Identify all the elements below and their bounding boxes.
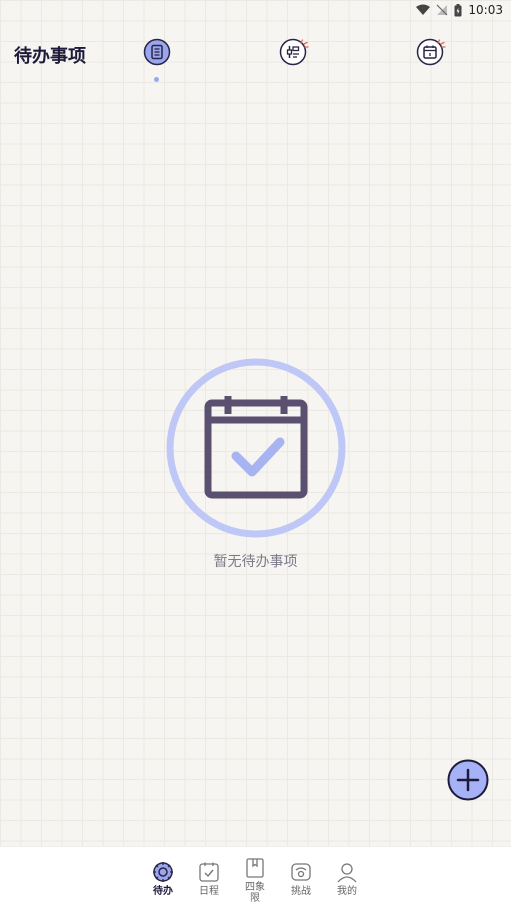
quadrant-icon xyxy=(246,858,264,878)
tab-priority[interactable] xyxy=(279,38,309,66)
nav-label-challenge: 挑战 xyxy=(291,886,311,897)
list-icon xyxy=(143,38,171,66)
empty-state-message: 暂无待办事项 xyxy=(213,554,298,570)
nav-item-quadrant[interactable]: 四象限 xyxy=(235,857,275,904)
add-todo-button[interactable] xyxy=(447,759,489,801)
empty-state-illustration xyxy=(166,358,346,538)
status-time: 10:03 xyxy=(468,3,503,17)
todo-icon xyxy=(153,862,173,882)
top-bar: 待办事项 xyxy=(0,30,511,82)
bottom-nav: 待办 日程 四象限 挑战 我的 xyxy=(0,846,511,908)
nav-label-schedule: 日程 xyxy=(199,886,219,897)
status-bar: 10:03 xyxy=(0,0,511,22)
nav-label-profile: 我的 xyxy=(337,886,357,897)
profile-icon xyxy=(337,863,357,883)
priority-icon xyxy=(279,38,309,66)
status-icons: 10:03 xyxy=(416,3,503,17)
nav-label-todo: 待办 xyxy=(153,886,173,897)
no-signal-icon xyxy=(436,4,448,16)
tab-list[interactable] xyxy=(143,38,171,82)
schedule-icon xyxy=(199,862,219,882)
nav-item-challenge[interactable]: 挑战 xyxy=(281,861,321,897)
nav-item-todo[interactable]: 待办 xyxy=(143,861,183,897)
plus-icon xyxy=(447,759,489,801)
tab-calendar[interactable] xyxy=(416,38,446,66)
challenge-icon xyxy=(291,863,311,881)
wifi-icon xyxy=(416,4,431,15)
nav-label-quadrant: 四象限 xyxy=(245,882,265,904)
page-title: 待办事项 xyxy=(14,46,86,67)
nav-item-schedule[interactable]: 日程 xyxy=(189,861,229,897)
battery-icon xyxy=(454,3,462,16)
active-tab-indicator xyxy=(154,77,159,82)
calendar-icon xyxy=(416,38,446,66)
empty-calendar-icon xyxy=(166,358,346,538)
nav-item-profile[interactable]: 我的 xyxy=(327,861,367,897)
